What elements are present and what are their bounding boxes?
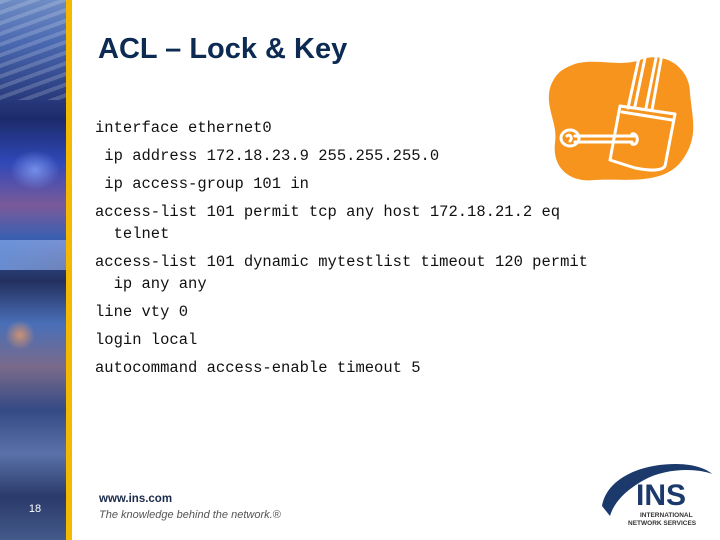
ins-logo: INS INTERNATIONAL NETWORK SERVICES bbox=[602, 464, 712, 527]
footer-url: www.ins.com bbox=[99, 493, 173, 505]
logo-line2: NETWORK SERVICES bbox=[628, 520, 697, 527]
photo-highlight bbox=[0, 240, 66, 270]
lock-and-key-icon bbox=[548, 44, 694, 181]
code-line: access-list 101 dynamic mytestlist timeo… bbox=[95, 253, 588, 293]
code-line: line vty 0 bbox=[95, 303, 189, 321]
code-line: autocommand access-enable timeout 5 bbox=[95, 359, 421, 377]
photo-highlight bbox=[10, 150, 60, 190]
logo-ins-text: INS bbox=[636, 479, 686, 512]
code-line: login local bbox=[95, 331, 198, 349]
slide-title: ACL – Lock & Key bbox=[98, 33, 348, 65]
logo-line1: INTERNATIONAL bbox=[640, 512, 693, 519]
accent-bar bbox=[66, 0, 72, 540]
sidebar-photo-strip: 18 bbox=[0, 0, 66, 540]
code-line: access-list 101 permit tcp any host 172.… bbox=[95, 203, 561, 243]
footer-tagline: The knowledge behind the network.® bbox=[99, 509, 281, 521]
photo-highlight bbox=[5, 320, 35, 350]
page-number: 18 bbox=[28, 503, 42, 515]
